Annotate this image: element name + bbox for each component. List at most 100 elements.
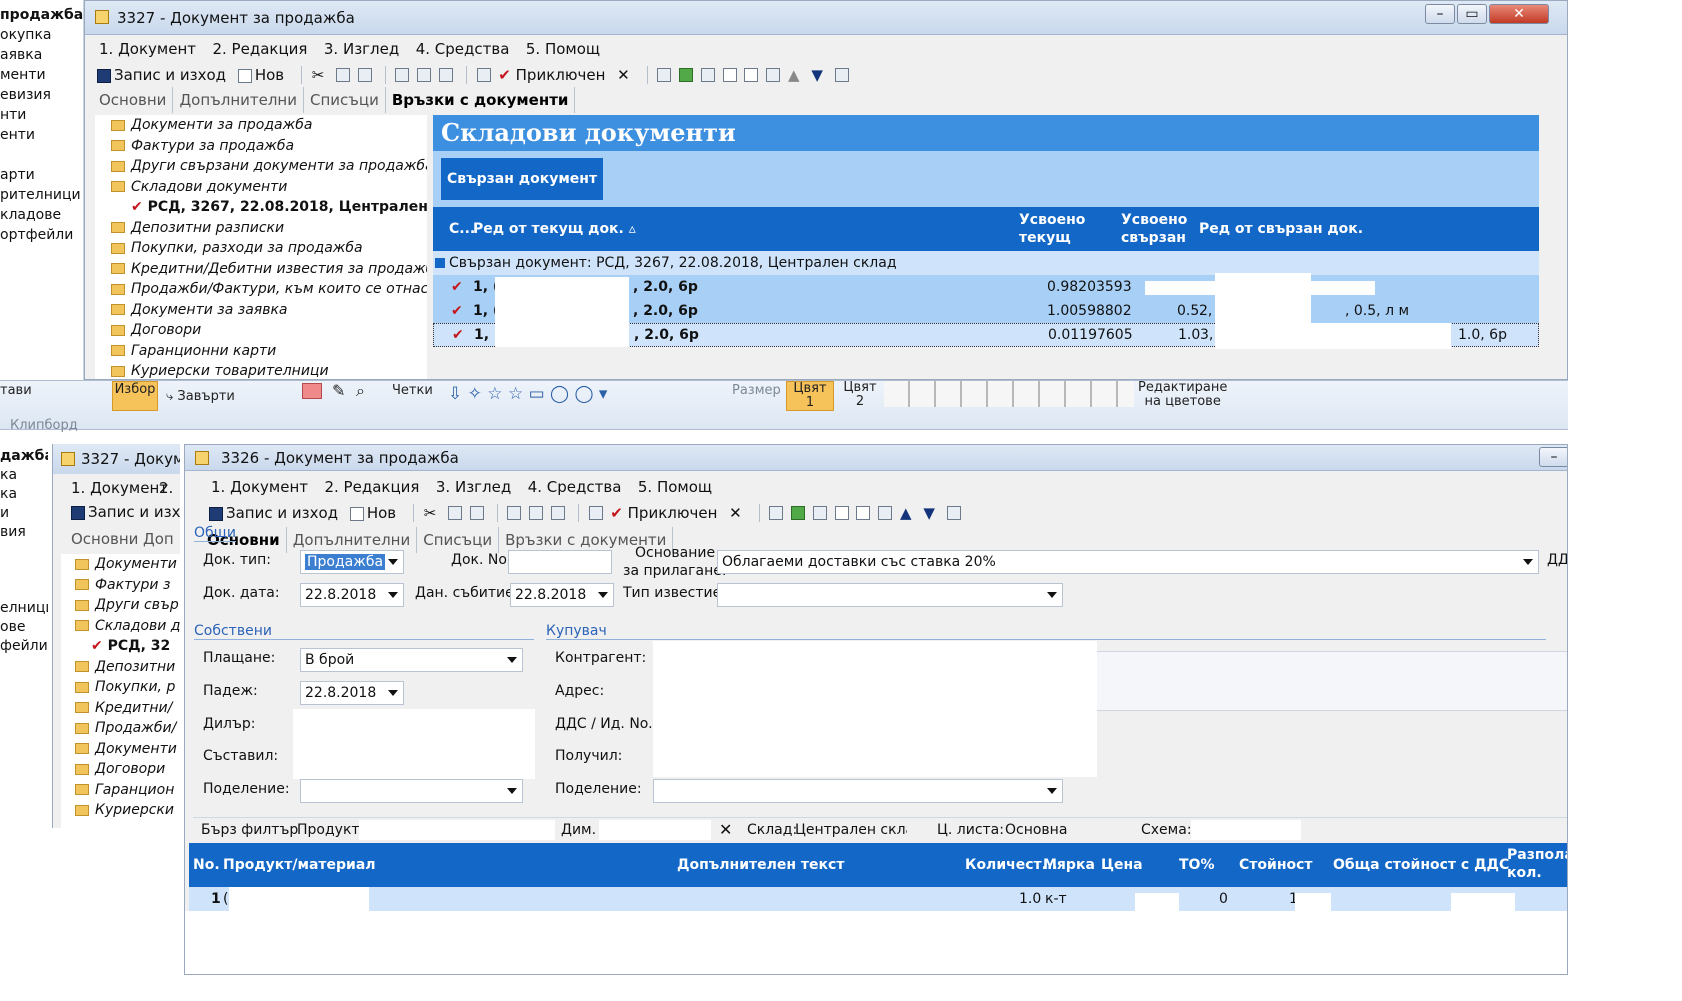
tree-item[interactable]: Куриерски товарителници: [111, 361, 427, 379]
table-row[interactable]: 1 ( 1.0 к-т 0 1: [189, 887, 1567, 911]
minimize-icon[interactable]: –: [1539, 447, 1567, 467]
division-select[interactable]: [300, 779, 523, 803]
nav-item[interactable]: [0, 145, 83, 165]
dim-filter-input[interactable]: [599, 820, 711, 840]
cut-icon[interactable]: ✂: [424, 501, 437, 525]
refresh-icon[interactable]: [791, 506, 806, 520]
calendar-icon[interactable]: [769, 506, 784, 520]
collapse-icon[interactable]: [435, 258, 445, 268]
shapes-gallery[interactable]: ⇩ ✧ ☆ ☆ ▭ ◯ ◯ ▾: [448, 384, 607, 404]
menu-view[interactable]: 3. Изглед: [436, 475, 511, 499]
print-icon[interactable]: [395, 68, 410, 82]
notice-type-select[interactable]: [717, 583, 1063, 607]
tree-item[interactable]: Покупки, разходи за продажба: [111, 238, 427, 259]
tree-item[interactable]: Продажби/: [75, 718, 180, 739]
menu-view[interactable]: 3. Изглед: [324, 37, 399, 61]
menu-tools[interactable]: 4. Средства: [528, 475, 622, 499]
nav-item[interactable]: рителници: [0, 185, 83, 205]
nav-item[interactable]: елници: [0, 599, 48, 618]
closed-toggle[interactable]: ✔ Приключен: [498, 63, 605, 87]
nav-item[interactable]: дажба: [0, 446, 48, 466]
warehouse-select[interactable]: Централен скла: [795, 822, 907, 838]
cart-icon[interactable]: [878, 506, 893, 520]
mid-titlebar[interactable]: 3327 - Докуме: [53, 444, 180, 474]
tree-item[interactable]: Документи за продажба: [111, 115, 427, 136]
doc-icon[interactable]: [834, 506, 849, 520]
nav-item[interactable]: аявка: [0, 45, 83, 65]
nav-item[interactable]: арти: [0, 165, 83, 185]
eraser-icon[interactable]: [302, 383, 322, 399]
copy-icon[interactable]: [448, 506, 463, 520]
tree-item[interactable]: Други свър: [75, 595, 180, 616]
refresh-icon[interactable]: [679, 68, 694, 82]
nav-item[interactable]: [0, 542, 48, 561]
new-button[interactable]: Нов: [237, 63, 284, 87]
arrow-down-icon[interactable]: ▼: [811, 63, 823, 87]
settings-icon[interactable]: [812, 506, 827, 520]
tab-additional[interactable]: Доп: [143, 530, 174, 548]
menu-help[interactable]: 5. Помощ: [526, 37, 600, 61]
nav-item[interactable]: ка: [0, 485, 48, 504]
tab-lists[interactable]: Списъци: [304, 87, 386, 113]
menu-document[interactable]: 1. Документ: [99, 37, 196, 61]
tree-item[interactable]: Договори: [75, 759, 180, 780]
copy-icon[interactable]: [336, 68, 351, 82]
color2-button[interactable]: Цвят 2: [840, 381, 880, 409]
menu-edit[interactable]: 2. Редакция: [212, 37, 307, 61]
buyer-extra-fields[interactable]: [1097, 651, 1567, 711]
tree-item[interactable]: Складови документи: [111, 177, 427, 198]
tree-item[interactable]: Договори: [111, 320, 427, 341]
settings-icon[interactable]: [700, 68, 715, 82]
doc-no-field[interactable]: [508, 550, 612, 574]
save-exit-button[interactable]: Запис и изход: [209, 501, 338, 525]
closed-toggle[interactable]: ✔ Приключен: [610, 501, 717, 525]
group-row[interactable]: Свързан документ: РСД, 3267, 22.08.2018,…: [433, 251, 1539, 275]
col-no[interactable]: No.: [193, 857, 220, 873]
paste-icon[interactable]: [469, 506, 484, 520]
nav-item[interactable]: ортфейли: [0, 225, 83, 245]
tree-item[interactable]: Продажби/Фактури, към които се отнася из…: [111, 279, 427, 300]
preview-icon[interactable]: [529, 506, 544, 520]
tree-item[interactable]: Кредитни/Дебитни известия за продажба: [111, 259, 427, 280]
edit-icon[interactable]: [588, 506, 603, 520]
magnifier-icon[interactable]: ⌕: [356, 381, 365, 401]
tree-item[interactable]: Документи за заявка: [111, 300, 427, 321]
col-header-status[interactable]: С...: [449, 221, 475, 237]
menu-tools[interactable]: 4. Средства: [416, 37, 510, 61]
tab-main[interactable]: Основни: [71, 530, 138, 548]
color-palette[interactable]: [884, 381, 1134, 407]
edit-icon[interactable]: [476, 68, 491, 82]
col-unit[interactable]: Мярка: [1043, 857, 1095, 873]
tax-event-date-picker[interactable]: 22.8.2018: [510, 583, 614, 607]
tree-item[interactable]: Документи: [75, 554, 180, 575]
titlebar[interactable]: 3326 - Документ за продажба –: [185, 445, 1567, 471]
col-header-linked-row[interactable]: Ред от свързан док.: [1199, 221, 1363, 237]
menu-document[interactable]: 1. Документ: [71, 479, 168, 497]
tree-item[interactable]: Други свързани документи за продажба: [111, 156, 427, 177]
close-icon[interactable]: ✕: [1489, 4, 1549, 24]
col-price[interactable]: Цена: [1101, 857, 1143, 873]
cart-icon[interactable]: [766, 68, 781, 82]
dealer-compiled-fields[interactable]: [293, 709, 535, 779]
help-icon[interactable]: [946, 506, 961, 520]
paste-icon[interactable]: [357, 68, 372, 82]
doc-date-picker[interactable]: 22.8.2018: [300, 583, 404, 607]
nav-item[interactable]: и: [0, 504, 48, 523]
preview-icon[interactable]: [417, 68, 432, 82]
tab-additional[interactable]: Допълнителни: [173, 87, 304, 113]
tab-lists[interactable]: Списъци: [417, 527, 500, 553]
clear-filter-icon[interactable]: ✕: [719, 820, 732, 839]
nav-item[interactable]: енти: [0, 125, 83, 145]
tree-item-selected[interactable]: ✔ РСД, 32: [75, 636, 180, 657]
due-date-picker[interactable]: 22.8.2018: [300, 681, 404, 705]
brushes-button[interactable]: Четки: [392, 383, 433, 398]
doc-type-select[interactable]: Продажба: [300, 550, 404, 574]
doc-copy-icon[interactable]: [744, 68, 759, 82]
minimize-icon[interactable]: –: [1425, 4, 1455, 24]
nav-item[interactable]: нти: [0, 105, 83, 125]
calendar-icon[interactable]: [657, 68, 672, 82]
color1-button[interactable]: Цвят 1: [786, 381, 834, 411]
cancel-icon[interactable]: ✕: [729, 501, 742, 525]
product-filter-input[interactable]: [359, 820, 555, 840]
payment-select[interactable]: В брой: [300, 648, 523, 672]
